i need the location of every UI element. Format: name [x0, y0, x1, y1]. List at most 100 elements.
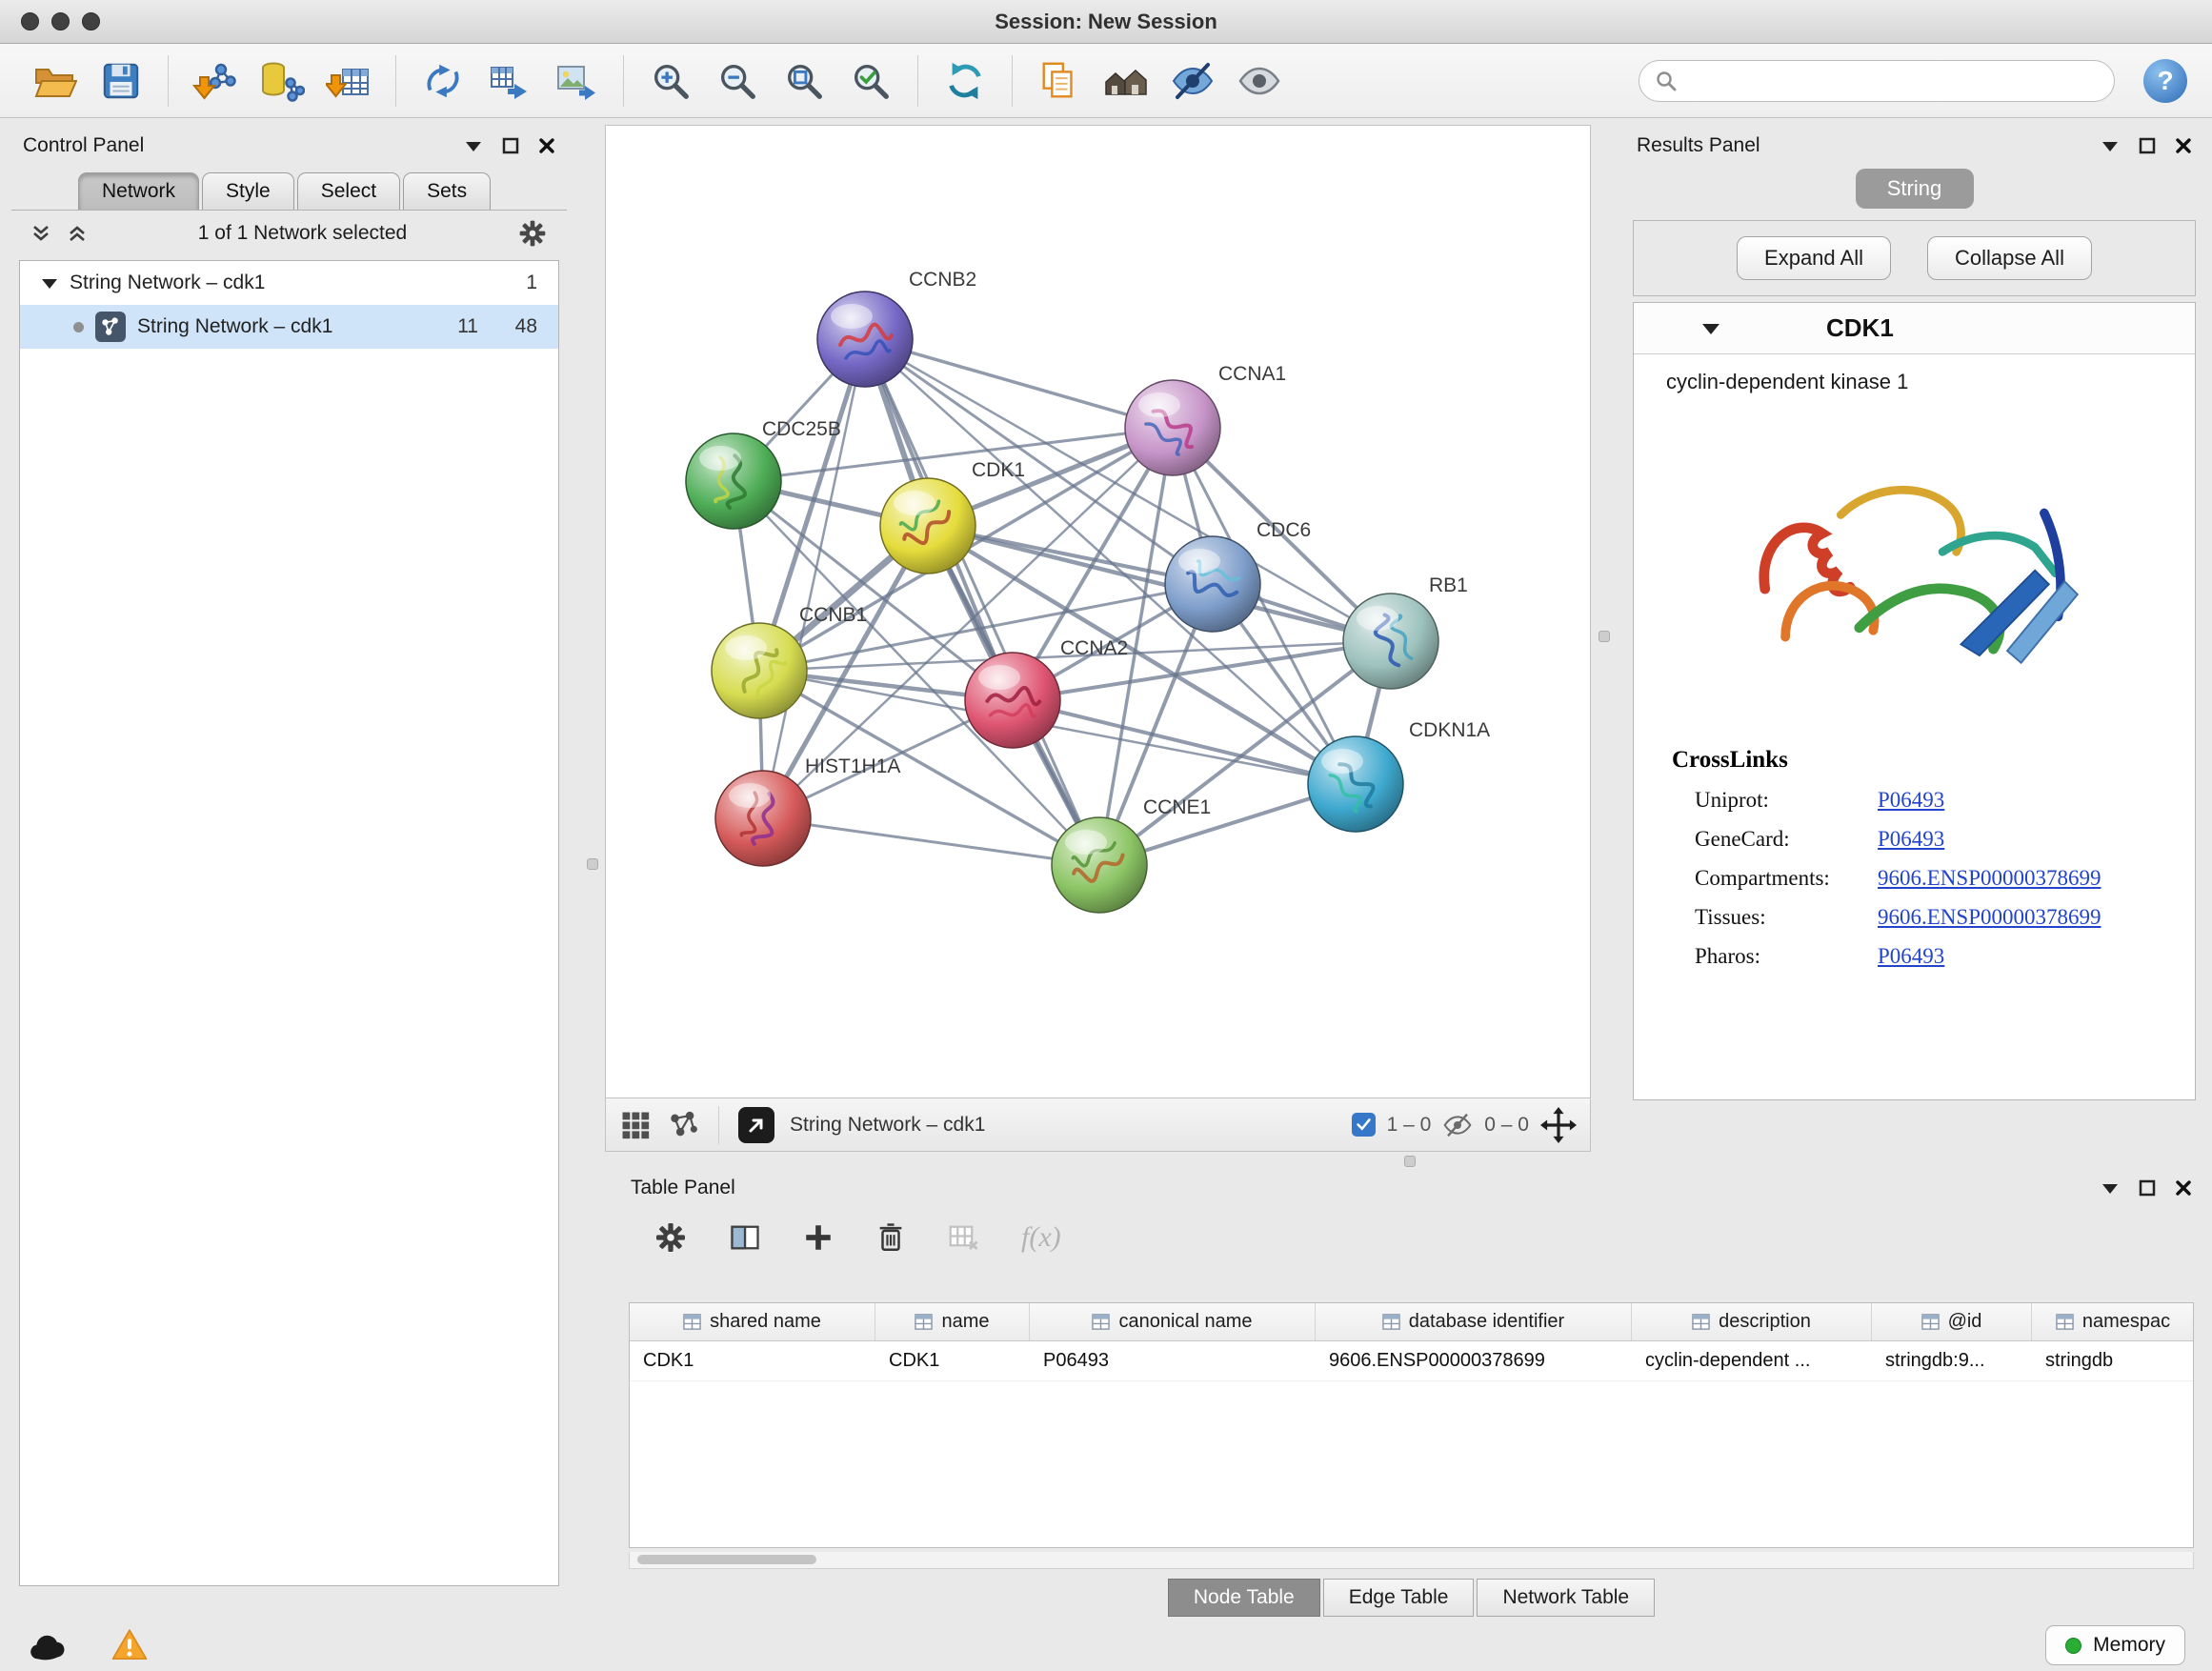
- network-overview-icon[interactable]: [667, 1109, 699, 1141]
- minimize-window-button[interactable]: [51, 12, 70, 30]
- crosslink-link[interactable]: 9606.ENSP00000378699: [1878, 905, 2101, 930]
- expand-all-button[interactable]: Expand All: [1737, 236, 1891, 280]
- panel-float-icon[interactable]: [502, 137, 519, 154]
- warning-icon[interactable]: [111, 1626, 149, 1664]
- column-header-database-identifier[interactable]: database identifier: [1316, 1303, 1632, 1340]
- zoom-selected-button[interactable]: [841, 52, 900, 110]
- network-edge-HIST1H1A-CCNE1[interactable]: [763, 818, 1099, 865]
- pan-crosshair-icon[interactable]: [1540, 1107, 1577, 1143]
- scrollbar-thumb[interactable]: [637, 1555, 816, 1564]
- hidden-eye-icon[interactable]: [1442, 1110, 1473, 1140]
- zoom-in-button[interactable]: [641, 52, 700, 110]
- delete-column-icon[interactable]: [875, 1221, 907, 1254]
- create-network-from-table-button[interactable]: [480, 52, 539, 110]
- table-cell[interactable]: 9606.ENSP00000378699: [1316, 1341, 1632, 1380]
- network-node-CDKN1A[interactable]: [1308, 736, 1403, 832]
- crosslink-link[interactable]: P06493: [1878, 788, 1944, 813]
- hide-selected-button[interactable]: [1163, 52, 1222, 110]
- table-cell[interactable]: cyclin-dependent ...: [1632, 1341, 1872, 1380]
- network-node-CCNB2[interactable]: [817, 292, 913, 387]
- protein-section-header[interactable]: CDK1: [1634, 303, 2195, 354]
- copy-document-button[interactable]: [1030, 52, 1089, 110]
- column-header-canonical-name[interactable]: canonical name: [1030, 1303, 1316, 1340]
- table-cell[interactable]: stringdb: [2032, 1341, 2194, 1380]
- panel-collapse-icon[interactable]: [2101, 139, 2120, 152]
- column-header-name[interactable]: name: [875, 1303, 1030, 1340]
- select-columns-icon[interactable]: [728, 1220, 762, 1255]
- network-node-CDC6[interactable]: [1165, 536, 1260, 632]
- tab-select[interactable]: Select: [297, 172, 400, 210]
- network-view[interactable]: CCNB2CCNA1CDC25BCDK1CDC6RB1CCNB1CCNA2CDK…: [605, 125, 1591, 1098]
- close-window-button[interactable]: [21, 12, 39, 30]
- table-settings-gear-icon[interactable]: [654, 1220, 688, 1255]
- crosslink-link[interactable]: 9606.ENSP00000378699: [1878, 866, 2101, 891]
- network-node-CDC25B[interactable]: [686, 433, 781, 529]
- birds-eye-grid-icon[interactable]: [619, 1109, 652, 1141]
- table-row[interactable]: CDK1CDK1P064939606.ENSP00000378699cyclin…: [630, 1341, 2193, 1381]
- network-row-selected[interactable]: String Network – cdk1 11 48: [20, 305, 558, 349]
- panel-float-icon[interactable]: [2139, 1179, 2156, 1197]
- table-cell[interactable]: P06493: [1030, 1341, 1316, 1380]
- network-edge-CCNB2-HIST1H1A[interactable]: [763, 339, 865, 818]
- graphics-details-button[interactable]: [1096, 52, 1156, 110]
- open-session-button[interactable]: [25, 52, 84, 110]
- tab-network-table[interactable]: Network Table: [1477, 1579, 1655, 1617]
- collapse-all-button[interactable]: Collapse All: [1927, 236, 2092, 280]
- table-cell[interactable]: CDK1: [875, 1341, 1030, 1380]
- tab-node-table[interactable]: Node Table: [1168, 1579, 1320, 1617]
- splitter-handle[interactable]: [1599, 631, 1610, 642]
- selected-checkbox[interactable]: [1352, 1113, 1376, 1137]
- table-cell[interactable]: stringdb:9...: [1872, 1341, 2032, 1380]
- tab-network[interactable]: Network: [78, 172, 199, 210]
- column-header--id[interactable]: @id: [1872, 1303, 2032, 1340]
- export-image-button[interactable]: [547, 52, 606, 110]
- network-node-RB1[interactable]: [1343, 594, 1438, 689]
- search-input[interactable]: [1687, 70, 2099, 91]
- import-network-from-file-button[interactable]: [186, 52, 245, 110]
- section-collapse-icon[interactable]: [1700, 321, 1721, 335]
- crosslink-link[interactable]: P06493: [1878, 944, 1944, 969]
- panel-collapse-icon[interactable]: [2101, 1181, 2120, 1195]
- tab-style[interactable]: Style: [202, 172, 294, 210]
- tab-string[interactable]: String: [1856, 169, 1974, 209]
- panel-float-icon[interactable]: [2139, 137, 2156, 154]
- network-edge-CCNB2-CCNE1[interactable]: [865, 339, 1099, 865]
- network-node-CCNB1[interactable]: [712, 623, 807, 718]
- memory-button[interactable]: Memory: [2045, 1625, 2185, 1665]
- zoom-out-button[interactable]: [708, 52, 767, 110]
- import-network-from-database-button[interactable]: [252, 52, 312, 110]
- collapse-all-icon[interactable]: [30, 224, 51, 243]
- network-collection-row[interactable]: String Network – cdk1 1: [20, 261, 558, 305]
- network-node-CDK1[interactable]: [880, 478, 975, 574]
- network-node-CCNA2[interactable]: [965, 653, 1060, 748]
- network-node-CCNA1[interactable]: [1125, 380, 1220, 475]
- crosslink-link[interactable]: P06493: [1878, 827, 1944, 852]
- tree-expand-icon[interactable]: [41, 277, 58, 290]
- apply-layout-button[interactable]: [935, 52, 995, 110]
- help-button[interactable]: ?: [2143, 59, 2187, 103]
- column-header-shared-name[interactable]: shared name: [630, 1303, 875, 1340]
- show-all-button[interactable]: [1230, 52, 1289, 110]
- network-node-CCNE1[interactable]: [1052, 817, 1147, 913]
- add-column-icon[interactable]: [802, 1221, 835, 1254]
- horizontal-scrollbar[interactable]: [629, 1552, 2194, 1569]
- tab-edge-table[interactable]: Edge Table: [1323, 1579, 1475, 1617]
- table-cell[interactable]: CDK1: [630, 1341, 875, 1380]
- tab-sets[interactable]: Sets: [403, 172, 491, 210]
- panel-close-icon[interactable]: [2175, 137, 2192, 154]
- search-box[interactable]: [1639, 60, 2115, 102]
- clone-network-button[interactable]: [413, 52, 473, 110]
- column-header-namespac[interactable]: namespac: [2032, 1303, 2194, 1340]
- import-table-from-file-button[interactable]: [319, 52, 378, 110]
- detach-view-button[interactable]: [738, 1107, 774, 1143]
- zoom-fit-button[interactable]: [774, 52, 834, 110]
- save-session-button[interactable]: [91, 52, 151, 110]
- panel-close-icon[interactable]: [538, 137, 555, 154]
- gear-icon[interactable]: [517, 218, 548, 249]
- column-header-description[interactable]: description: [1632, 1303, 1872, 1340]
- panel-collapse-icon[interactable]: [464, 139, 483, 152]
- network-graph[interactable]: CCNB2CCNA1CDC25BCDK1CDC6RB1CCNB1CCNA2CDK…: [606, 126, 1590, 1097]
- cloud-icon[interactable]: [27, 1629, 69, 1661]
- panel-close-icon[interactable]: [2175, 1179, 2192, 1197]
- network-node-HIST1H1A[interactable]: [715, 771, 811, 866]
